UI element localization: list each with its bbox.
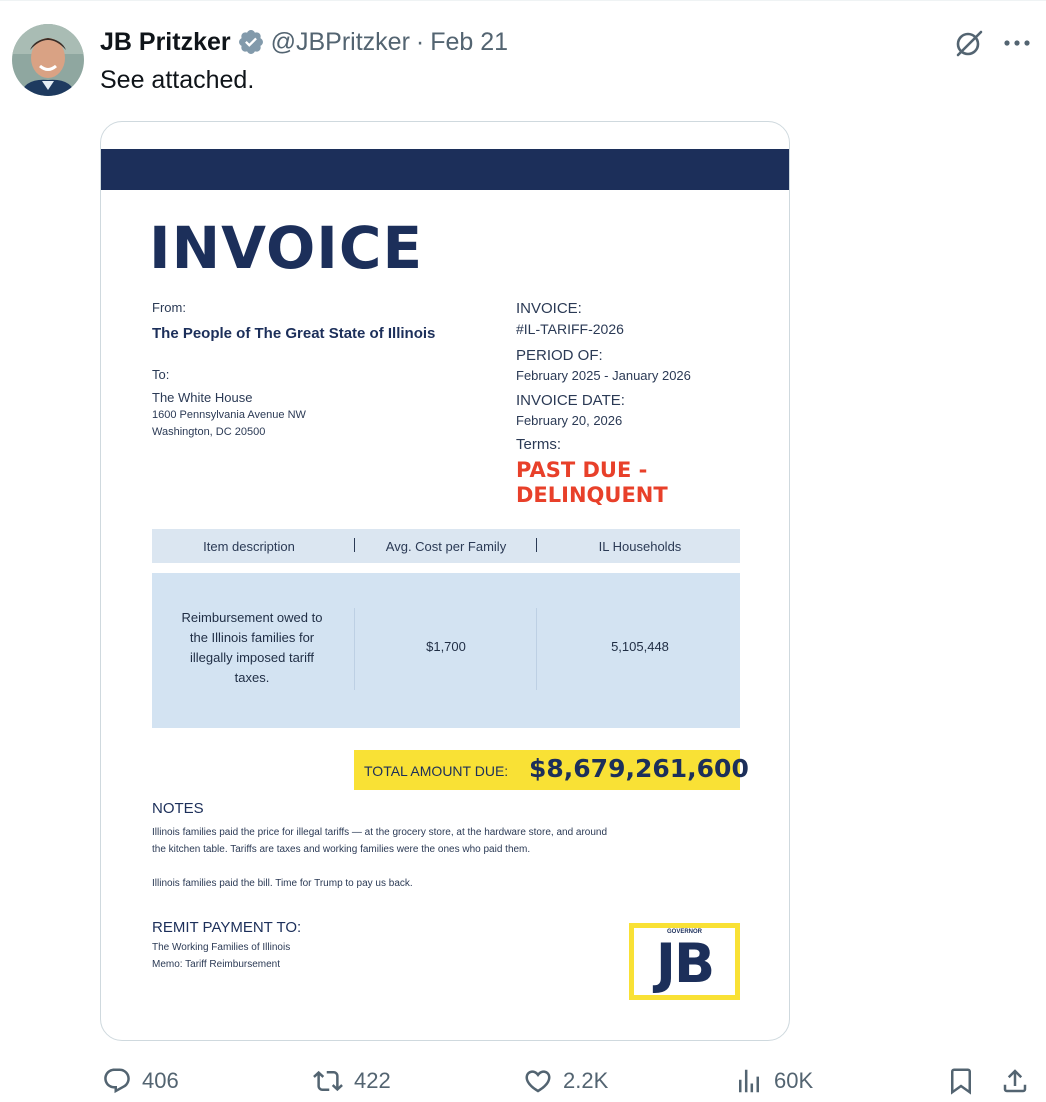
reply-count: 406 [142,1068,179,1093]
grok-button[interactable] [950,24,988,62]
verified-icon [238,30,263,54]
notes-line: Illinois families paid the price for ill… [152,827,608,838]
reply-button[interactable]: 406 [102,1064,179,1098]
bookmark-button[interactable] [946,1064,986,1098]
logo-initials: JB [655,932,715,995]
header-divider [354,538,355,552]
share-button[interactable] [1000,1064,1040,1098]
separator-dot: · [415,27,425,56]
tweet-media-image[interactable]: INVOICE From: The People of The Great St… [100,121,790,1041]
tweet-text: See attached. [100,66,255,94]
repost-count: 422 [354,1068,391,1093]
tweet-date[interactable]: Feb 21 [430,28,508,57]
author-name[interactable]: JB Pritzker [100,28,231,57]
table-header-cell: Avg. Cost per Family [385,539,507,554]
terms-value: PAST DUE - DELINQUENT [516,458,668,508]
to-address-line: 1600 Pennsylvania Avenue NW [152,409,306,421]
to-address-line: Washington, DC 20500 [152,426,266,438]
cell-divider [536,608,537,690]
like-count: 2.2K [563,1068,609,1093]
notes-title: NOTES [152,800,204,817]
to-label: To: [152,367,170,382]
more-icon [1004,40,1030,46]
bookmark-icon [951,1068,971,1095]
invoice-number: #IL-TARIFF-2026 [516,321,624,337]
top-divider [0,0,1046,1]
to-name: The White House [152,390,253,405]
table-header-cell: IL Households [598,539,682,554]
cell-divider [354,608,355,690]
grok-icon [956,30,983,57]
governor-jb-logo: GOVERNOR JB [629,923,740,1000]
invoice-date-value: February 20, 2026 [516,413,623,428]
remit-line: Memo: Tariff Reimbursement [152,959,281,970]
total-value: $8,679,261,600 [529,754,749,783]
more-button[interactable] [998,24,1036,62]
table-header-cell: Item description [203,539,295,554]
repost-button[interactable]: 422 [312,1064,391,1098]
invoice-date-label: INVOICE DATE: [516,392,625,409]
views-button[interactable]: 60K [734,1064,813,1098]
invoice-header-bar [101,149,789,190]
author-handle[interactable]: @JBPritzker [271,28,410,57]
share-icon [1003,1069,1027,1093]
reply-icon [104,1068,130,1094]
table-row: Reimbursement owed to the Illinois famil… [152,573,740,728]
period-value: February 2025 - January 2026 [516,368,691,383]
row-avg-cost: $1,700 [426,639,466,654]
row-households: 5,105,448 [611,639,669,654]
views-icon [739,1069,759,1093]
table-header: Item description Avg. Cost per Family IL… [152,529,740,563]
terms-label: Terms: [516,436,561,453]
total-label: TOTAL AMOUNT DUE: [364,763,509,779]
period-label: PERIOD OF: [516,347,603,364]
from-label: From: [152,300,186,315]
remit-title: REMIT PAYMENT TO: [152,919,302,936]
notes-line: Illinois families paid the bill. Time fo… [152,878,413,889]
terms-line: DELINQUENT [516,483,668,507]
like-icon [525,1070,551,1093]
invoice-number-label: INVOICE: [516,300,582,317]
tweet-header: JB Pritzker @JBPritzker · Feb 21 [100,26,508,58]
header-divider [536,538,537,552]
like-button[interactable]: 2.2K [523,1064,608,1098]
views-count: 60K [774,1068,814,1093]
avatar[interactable] [12,24,84,96]
notes-line: the kitchen table. Tariffs are taxes and… [152,844,531,855]
invoice-title: INVOICE [149,214,424,282]
row-description: Reimbursement owed to the Illinois famil… [181,610,323,685]
from-value: The People of The Great State of Illinoi… [152,325,436,342]
total-box: TOTAL AMOUNT DUE: $8,679,261,600 [354,750,749,790]
remit-line: The Working Families of Illinois [152,942,291,953]
terms-line: PAST DUE - [516,458,648,482]
repost-icon [313,1070,343,1092]
